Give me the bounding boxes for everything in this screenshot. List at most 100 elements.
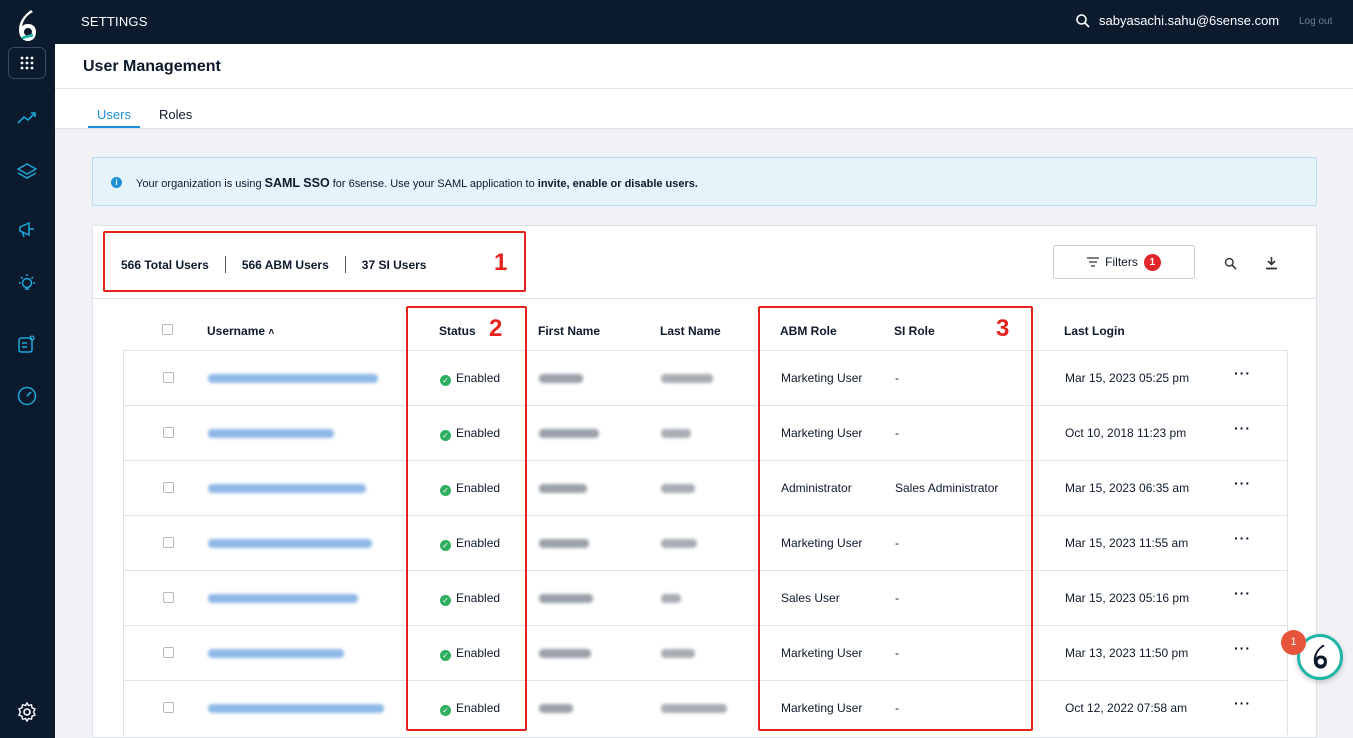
section-title: SETTINGS: [81, 14, 148, 29]
row-checkbox[interactable]: [163, 482, 174, 493]
settings-gear-icon[interactable]: [15, 700, 39, 724]
row-actions-menu[interactable]: ···: [1234, 475, 1251, 491]
check-circle-icon: ✓: [440, 375, 451, 386]
filters-button[interactable]: Filters 1: [1053, 245, 1195, 279]
status-cell: ✓ Enabled: [440, 701, 500, 716]
tab-users[interactable]: Users: [97, 107, 131, 122]
row-actions-menu[interactable]: ···: [1234, 585, 1251, 601]
tab-roles[interactable]: Roles: [159, 107, 192, 122]
first-name-cell: [539, 704, 573, 713]
left-rail: [0, 0, 55, 738]
row-actions-menu[interactable]: ···: [1234, 695, 1251, 711]
username-link[interactable]: [208, 594, 358, 603]
table-row[interactable]: ✓ Enabled Marketing User - Mar 13, 2023 1…: [123, 625, 1288, 680]
total-users-count: 566 Total Users: [121, 257, 209, 272]
check-circle-icon: ✓: [440, 540, 451, 551]
filter-lines-icon: [1087, 257, 1100, 267]
gauge-icon[interactable]: [15, 384, 39, 408]
last-login-cell: Oct 10, 2018 11:23 pm: [1065, 426, 1187, 440]
first-name-cell: [539, 484, 587, 493]
username-link[interactable]: [208, 374, 378, 383]
row-actions-menu[interactable]: ···: [1234, 530, 1251, 546]
status-cell: ✓ Enabled: [440, 536, 500, 551]
abm-role-cell: Marketing User: [781, 701, 863, 715]
table-search-icon[interactable]: [1224, 257, 1237, 270]
annotation-number-2: 2: [489, 315, 503, 342]
page-header: User Management: [55, 44, 1353, 89]
si-role-cell: -: [895, 371, 899, 385]
row-checkbox[interactable]: [163, 702, 174, 713]
table-row[interactable]: ✓ Enabled Marketing User - Mar 15, 2023 1…: [123, 515, 1288, 570]
lightbulb-icon[interactable]: [15, 272, 39, 296]
abm-role-cell: Sales User: [781, 591, 840, 605]
status-text: Enabled: [456, 371, 501, 385]
sort-ascending-icon: ˄: [268, 327, 275, 338]
si-role-cell: -: [895, 646, 899, 660]
row-checkbox[interactable]: [163, 372, 174, 383]
column-first-name: First Name: [538, 324, 601, 338]
status-text: Enabled: [456, 701, 501, 715]
column-username[interactable]: Username ˄: [207, 324, 274, 338]
status-cell: ✓ Enabled: [440, 426, 500, 441]
username-link[interactable]: [208, 649, 344, 658]
layers-icon[interactable]: [15, 160, 39, 184]
abm-users-count: 566 ABM Users: [241, 257, 329, 272]
apps-grid-icon: [20, 56, 34, 70]
banner-action: invite, enable or disable users.: [537, 178, 698, 190]
top-bar: SETTINGS sabyasachi.sahu@6sense.com Log …: [55, 0, 1353, 44]
last-login-cell: Mar 15, 2023 06:35 am: [1065, 481, 1190, 495]
info-icon: i: [111, 177, 122, 188]
si-role-cell: -: [895, 426, 899, 440]
row-actions-menu[interactable]: ···: [1234, 365, 1251, 381]
trending-icon[interactable]: [15, 106, 39, 130]
username-link[interactable]: [208, 429, 334, 438]
row-checkbox[interactable]: [163, 592, 174, 603]
username-link[interactable]: [208, 704, 384, 713]
download-icon[interactable]: [1265, 256, 1278, 270]
row-checkbox[interactable]: [163, 647, 174, 658]
select-all-checkbox[interactable]: [162, 324, 173, 335]
logout-link[interactable]: Log out: [1299, 16, 1332, 27]
tab-bar: Users Roles: [55, 89, 1353, 129]
check-circle-icon: ✓: [440, 485, 451, 496]
user-email[interactable]: sabyasachi.sahu@6sense.com: [1099, 13, 1279, 28]
banner-middle: for 6sense. Use your SAML application to: [329, 178, 538, 190]
last-name-cell: [661, 649, 695, 658]
si-role-cell: -: [895, 701, 899, 715]
search-icon[interactable]: [1075, 13, 1091, 29]
last-login-cell: Oct 12, 2022 07:58 am: [1065, 701, 1188, 715]
column-status: Status: [439, 324, 476, 338]
logo-icon[interactable]: [13, 8, 41, 44]
username-link[interactable]: [208, 539, 372, 548]
chat-notification-badge: 1: [1281, 630, 1306, 655]
users-toolbar: 566 Total Users 566 ABM Users 37 SI User…: [93, 226, 1316, 299]
apps-grid-button[interactable]: [8, 47, 46, 79]
banner-prefix: Your organization is using: [136, 178, 265, 190]
first-name-cell: [539, 649, 591, 658]
user-stats: 566 Total Users 566 ABM Users 37 SI User…: [121, 256, 426, 273]
active-tab-underline: [88, 126, 140, 128]
last-name-cell: [661, 429, 691, 438]
table-row[interactable]: ✓ Enabled Marketing User - Oct 10, 2018 1…: [123, 405, 1288, 460]
column-si-role: SI Role: [894, 324, 935, 338]
username-link[interactable]: [208, 484, 366, 493]
row-checkbox[interactable]: [163, 537, 174, 548]
status-text: Enabled: [456, 536, 501, 550]
table-row[interactable]: ✓ Enabled Sales User - Mar 15, 2023 05:16…: [123, 570, 1288, 625]
abm-role-cell: Marketing User: [781, 371, 863, 385]
row-checkbox[interactable]: [163, 427, 174, 438]
last-name-cell: [661, 484, 695, 493]
status-cell: ✓ Enabled: [440, 481, 500, 496]
abm-role-cell: Marketing User: [781, 426, 863, 440]
column-abm-role: ABM Role: [780, 324, 837, 338]
row-actions-menu[interactable]: ···: [1234, 420, 1251, 436]
table-row[interactable]: ✓ Enabled Marketing User - Oct 12, 2022 0…: [123, 680, 1288, 735]
table-row[interactable]: ✓ Enabled Administrator Sales Administrat…: [123, 460, 1288, 515]
filters-count-badge: 1: [1143, 253, 1161, 271]
report-icon[interactable]: [15, 332, 39, 356]
row-actions-menu[interactable]: ···: [1234, 640, 1251, 656]
megaphone-icon[interactable]: [15, 218, 39, 242]
last-login-cell: Mar 15, 2023 05:25 pm: [1065, 371, 1190, 385]
annotation-number-1: 1: [494, 249, 508, 276]
table-row[interactable]: ✓ Enabled Marketing User - Mar 15, 2023 0…: [123, 350, 1288, 405]
